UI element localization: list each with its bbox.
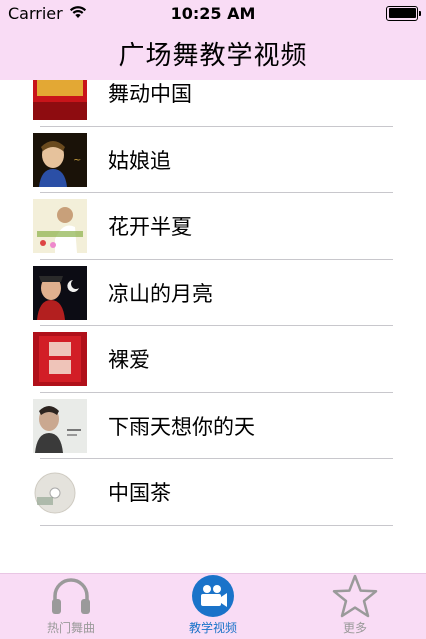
video-title: 下雨天想你的天: [108, 414, 255, 439]
video-row[interactable]: 舞动中国: [0, 80, 426, 127]
tab-label: 更多: [342, 621, 367, 635]
video-thumbnail: [33, 332, 87, 387]
status-left: Carrier: [8, 4, 87, 23]
navigation-bar: 广场舞教学视频: [0, 26, 426, 80]
video-thumbnail: [33, 265, 87, 320]
video-list[interactable]: 舞动中国 ~ 姑娘追 花开半夏 凉山的月亮 裸爱 下雨天想你的天 中国茶: [0, 80, 426, 573]
tab-teaching-videos[interactable]: 教学视频: [142, 574, 284, 639]
headphones-icon: [47, 574, 95, 618]
video-thumbnail: [33, 80, 87, 121]
video-title: 凉山的月亮: [108, 281, 213, 306]
page-title: 广场舞教学视频: [118, 40, 308, 71]
video-title: 裸爱: [108, 348, 150, 373]
battery-icon: [386, 5, 421, 21]
star-icon: [331, 574, 379, 618]
tab-label: 热门舞曲: [46, 621, 95, 635]
video-title: 中国茶: [108, 481, 171, 506]
video-title: 姑娘追: [108, 148, 171, 173]
wifi-icon: [69, 4, 87, 23]
video-row[interactable]: 凉山的月亮: [0, 260, 426, 327]
video-thumbnail: [33, 199, 87, 254]
video-thumbnail: [33, 398, 87, 453]
video-row[interactable]: 花开半夏: [0, 193, 426, 260]
tab-label: 教学视频: [188, 621, 237, 635]
status-bar: Carrier 10:25 AM: [0, 0, 426, 26]
video-list-content: 舞动中国 ~ 姑娘追 花开半夏 凉山的月亮 裸爱 下雨天想你的天 中国茶: [0, 80, 426, 526]
video-title: 舞动中国: [108, 82, 192, 107]
video-row[interactable]: ~ 姑娘追: [0, 127, 426, 194]
video-thumbnail: [33, 465, 87, 520]
video-thumbnail: ~: [33, 132, 87, 187]
tab-bar: 热门舞曲 教学视频 更多: [0, 573, 426, 639]
carrier-label: Carrier: [8, 3, 63, 23]
video-title: 花开半夏: [108, 215, 192, 240]
svg-text:~: ~: [73, 155, 81, 166]
tab-more[interactable]: 更多: [284, 574, 426, 639]
video-camera-icon: [189, 574, 237, 618]
video-row[interactable]: 下雨天想你的天: [0, 393, 426, 460]
tab-hot-dances[interactable]: 热门舞曲: [0, 574, 142, 639]
video-row[interactable]: 裸爱: [0, 326, 426, 393]
video-row[interactable]: 中国茶: [0, 459, 426, 526]
